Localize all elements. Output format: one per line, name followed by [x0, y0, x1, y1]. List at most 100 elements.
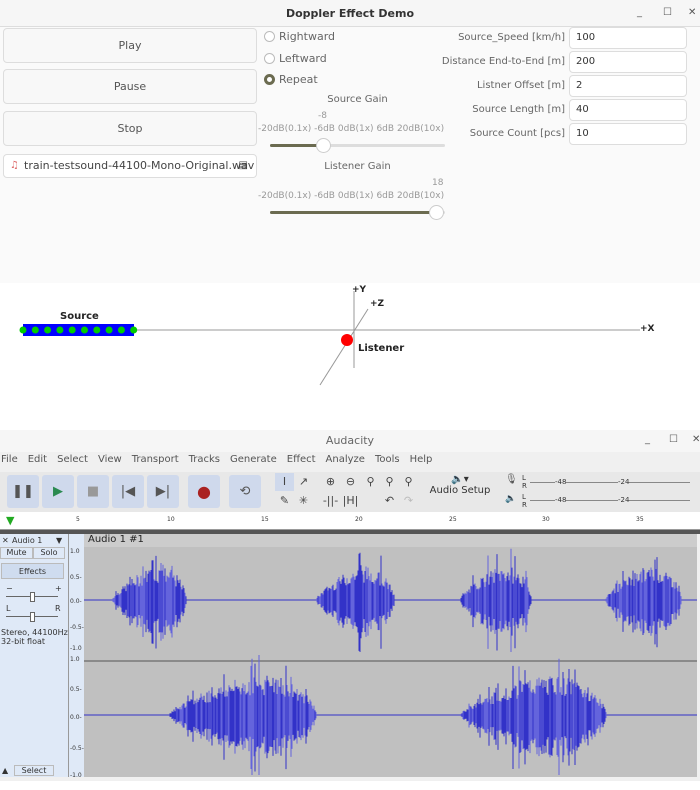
undo-icon[interactable]: ↶: [380, 492, 399, 510]
x-axis-label: +X: [640, 324, 655, 334]
source-speed-input[interactable]: 100: [569, 27, 687, 49]
skip-end-button[interactable]: ▶|: [147, 475, 179, 508]
file-chooser[interactable]: ♫ train-testsound-44100-Mono-Original.wa…: [3, 154, 257, 178]
solo-button[interactable]: Solo: [33, 547, 65, 559]
scene-canvas: +Y +Z +X Source Listener: [0, 283, 700, 430]
slider-handle[interactable]: [429, 205, 445, 220]
minimize-button[interactable]: _: [645, 434, 650, 445]
slider-handle[interactable]: [315, 138, 331, 153]
effects-button[interactable]: Effects: [1, 563, 64, 579]
radio-circle: [264, 31, 275, 42]
menu-bar: File Edit Select View Transport Tracks G…: [0, 454, 700, 470]
play-button[interactable]: Play: [3, 28, 257, 63]
slider-fill: [270, 211, 437, 214]
distance-input[interactable]: 200: [569, 51, 687, 73]
stop-button[interactable]: ■: [77, 475, 109, 508]
source-gain-label: Source Gain: [327, 94, 388, 105]
source-dot: [93, 326, 101, 334]
minimize-button[interactable]: _: [637, 7, 642, 18]
listener-gain-value: 18: [432, 178, 444, 188]
radio-label: Rightward: [279, 30, 336, 43]
loop-button[interactable]: ⟲: [229, 475, 261, 508]
close-button[interactable]: ✕: [688, 7, 696, 18]
source-dot: [81, 326, 88, 334]
close-button[interactable]: ✕: [692, 434, 700, 445]
menu-edit[interactable]: Edit: [28, 454, 47, 470]
audio-file-icon: ♫: [10, 160, 19, 171]
multi-tool-icon[interactable]: ✳: [294, 492, 313, 510]
maximize-button[interactable]: ☐: [663, 7, 672, 18]
listener-offset-input[interactable]: 2: [569, 75, 687, 97]
menu-tracks[interactable]: Tracks: [189, 454, 220, 470]
source-dot: [105, 326, 113, 334]
menu-generate[interactable]: Generate: [230, 454, 277, 470]
record-button[interactable]: ●: [188, 475, 220, 508]
audacity-title: Audacity: [0, 430, 700, 452]
radio-circle: [264, 53, 275, 64]
source-length-input[interactable]: 40: [569, 99, 687, 121]
speaker-icon: 🔈▾: [451, 474, 469, 485]
open-file-icon[interactable]: ▤: [239, 155, 248, 177]
y-axis-label: +Y: [352, 285, 367, 295]
draw-tool-icon[interactable]: ✎: [275, 492, 294, 510]
listener-gain-label: Listener Gain: [324, 161, 391, 172]
amplitude-scale: 1.0 0.5- 0.0- -0.5- -1.0 1.0 0.5- 0.0- -…: [69, 534, 84, 779]
listener-gain-slider[interactable]: [270, 205, 445, 220]
gain-slider[interactable]: [6, 592, 58, 602]
fit-project-icon[interactable]: ⚲: [380, 473, 399, 491]
zoom-in-icon[interactable]: ⊕: [321, 473, 340, 491]
timeline-ruler[interactable]: ▼ 5 10 15 20 25 30 35: [0, 512, 700, 530]
pause-button[interactable]: ❚❚: [7, 475, 39, 508]
audio-setup-button[interactable]: 🔈▾ Audio Setup: [427, 474, 493, 510]
source-gain-slider[interactable]: [270, 138, 445, 153]
radio-circle: [264, 74, 275, 85]
silence-icon[interactable]: |H|: [341, 492, 360, 510]
menu-analyze[interactable]: Analyze: [326, 454, 365, 470]
play-head-icon[interactable]: ▼: [6, 514, 14, 527]
mute-button[interactable]: Mute: [0, 547, 33, 559]
pause-button[interactable]: Pause: [3, 69, 257, 104]
menu-help[interactable]: Help: [410, 454, 433, 470]
redo-icon[interactable]: ↷: [399, 492, 418, 510]
skip-start-button[interactable]: |◀: [112, 475, 144, 508]
radio-rightward[interactable]: Rightward: [264, 30, 335, 43]
collapse-icon[interactable]: ▲: [2, 766, 8, 775]
pause-icon: ❚❚: [12, 484, 34, 499]
radio-label: Leftward: [279, 52, 327, 65]
selection-tool-icon[interactable]: I: [275, 473, 294, 491]
trim-icon[interactable]: -||-: [321, 492, 340, 510]
menu-transport[interactable]: Transport: [132, 454, 179, 470]
zoom-out-icon[interactable]: ⊖: [341, 473, 360, 491]
zoom-toggle-icon[interactable]: ⚲: [399, 473, 418, 491]
stop-button[interactable]: Stop: [3, 111, 257, 146]
source-dot: [31, 326, 39, 334]
radio-leftward[interactable]: Leftward: [264, 52, 327, 65]
menu-tools[interactable]: Tools: [375, 454, 400, 470]
stop-icon: ■: [86, 484, 100, 499]
radio-repeat[interactable]: Repeat: [264, 73, 318, 86]
level-meters[interactable]: LR LR -48 -24 -48 -24: [520, 473, 695, 511]
source-train: [23, 324, 134, 336]
source-speed-label: Source_Speed [km/h]: [458, 32, 565, 43]
maximize-button[interactable]: ☐: [669, 434, 678, 445]
select-button[interactable]: Select: [14, 765, 54, 776]
track-name-menu[interactable]: Audio 1: [12, 536, 42, 545]
track-close-button[interactable]: ✕: [2, 536, 9, 545]
waveform[interactable]: [84, 547, 697, 790]
clip-title[interactable]: Audio 1 #1: [84, 534, 697, 547]
menu-effect[interactable]: Effect: [287, 454, 316, 470]
pan-slider[interactable]: [6, 612, 58, 622]
menu-select[interactable]: Select: [57, 454, 88, 470]
fit-selection-icon[interactable]: ⚲: [361, 473, 380, 491]
speaker-meter-icon: 🔈: [505, 494, 517, 504]
source-dot: [56, 326, 64, 334]
envelope-tool-icon[interactable]: ↗: [294, 473, 313, 491]
menu-file[interactable]: File: [1, 454, 18, 470]
source-gain-ticks: -20dB(0.1x) -6dB 0dB(1x) 6dB 20dB(10x): [258, 124, 445, 134]
record-icon: ●: [197, 482, 211, 501]
menu-view[interactable]: View: [98, 454, 122, 470]
track-menu-icon[interactable]: ▼: [56, 536, 62, 545]
play-button[interactable]: ▶: [42, 475, 74, 508]
source-count-input[interactable]: 10: [569, 123, 687, 145]
source-gain-value: -8: [318, 111, 327, 121]
